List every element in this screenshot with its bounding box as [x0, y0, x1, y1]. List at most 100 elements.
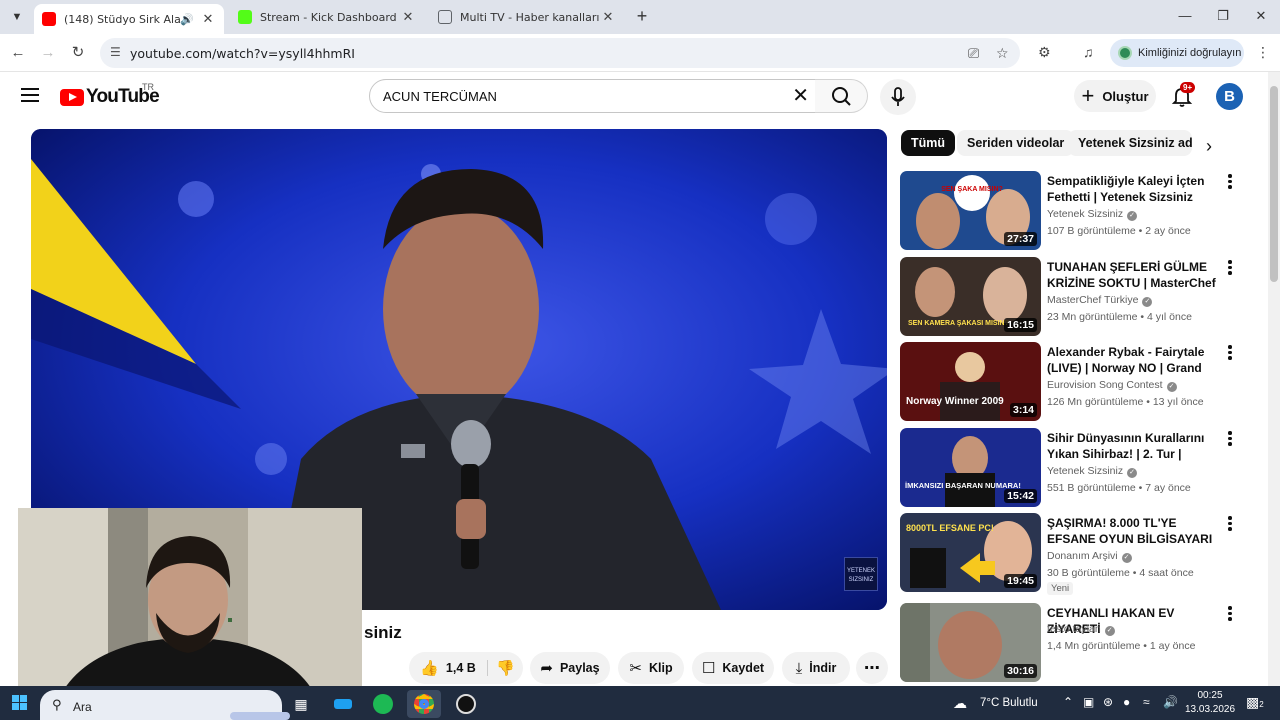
- search-input[interactable]: ACUN TERCÜMAN ✕: [369, 79, 816, 113]
- close-tab-icon[interactable]: ✕: [400, 9, 416, 25]
- tray-overflow-icon[interactable]: ⌃: [1063, 695, 1073, 709]
- chip-channel-videos[interactable]: Yetenek Sizsiniz adlı y: [1068, 130, 1192, 156]
- tray-mic-icon[interactable]: ●: [1123, 695, 1130, 709]
- taskbar-search[interactable]: ⚲ Ara: [40, 690, 290, 720]
- close-tab-icon[interactable]: ✕: [600, 9, 616, 25]
- recommendation-item[interactable]: SEN ŞAKA MISIN? 27:37 Sempatikliğiyle Ka…: [900, 171, 1260, 251]
- url-text[interactable]: youtube.com/watch?v=ysyll4hhmRI: [130, 46, 355, 61]
- page-scrollbar[interactable]: [1268, 72, 1280, 686]
- extensions-icon[interactable]: ⚙: [1038, 44, 1051, 61]
- like-button[interactable]: 👍 1,4 B: [409, 652, 487, 684]
- tray-app-icon[interactable]: ▣: [1083, 695, 1094, 709]
- channel-name[interactable]: MasterChef Türkiye ✓: [1047, 294, 1153, 307]
- forward-button[interactable]: →: [38, 43, 58, 63]
- recommendation-item[interactable]: 30:16 CEYHANLI HAKAN EV ZİYARETİ testo t…: [900, 603, 1260, 683]
- media-control-icon[interactable]: ♫: [1083, 44, 1094, 60]
- channel-name[interactable]: Eurovision Song Contest ✓: [1047, 379, 1177, 392]
- notifications-button[interactable]: 9+: [1170, 82, 1196, 108]
- chrome-icon[interactable]: [407, 690, 441, 718]
- spotify-icon[interactable]: [366, 690, 400, 718]
- video-thumbnail[interactable]: SEN KAMERA ŞAKASI MISIN? 16:15: [900, 257, 1041, 336]
- channel-watermark[interactable]: YETENEK SIZSINIZ: [844, 557, 878, 591]
- channel-name[interactable]: Yetenek Sizsiniz ✓: [1047, 465, 1138, 478]
- video-title[interactable]: ŞAŞIRMA! 8.000 TL'YE EFSANE OYUN BİLGİSA…: [1047, 515, 1219, 548]
- chip-all[interactable]: Tümü: [901, 130, 956, 156]
- video-title[interactable]: Sempatikliğiyle Kaleyi İçten Fethetti | …: [1047, 173, 1219, 205]
- menu-icon[interactable]: [21, 88, 39, 102]
- weather-icon[interactable]: ☁: [953, 695, 967, 712]
- create-button[interactable]: + Oluştur: [1074, 80, 1156, 112]
- video-title[interactable]: Alexander Rybak - Fairytale (LIVE) | Nor…: [1047, 344, 1219, 377]
- video-thumbnail[interactable]: İMKANSIZI BAŞARAN NUMARA! 15:42: [900, 428, 1041, 507]
- task-view-icon[interactable]: ▦: [284, 690, 318, 718]
- clear-search-icon[interactable]: ✕: [792, 85, 809, 107]
- reload-button[interactable]: ↻: [68, 43, 88, 63]
- clip-button[interactable]: ✂ Klip: [618, 652, 684, 684]
- recommendation-item[interactable]: SEN KAMERA ŞAKASI MISIN? 16:15 TUNAHAN Ş…: [900, 257, 1260, 337]
- channel-name[interactable]: testo taylan ✓: [1047, 623, 1115, 636]
- video-thumbnail[interactable]: Norway Winner 2009 3:14: [900, 342, 1041, 421]
- channel-name[interactable]: Yetenek Sizsiniz ✓: [1047, 208, 1138, 221]
- wifi-icon[interactable]: ≈: [1143, 695, 1150, 709]
- bookmark-star-icon[interactable]: ☆: [996, 45, 1009, 62]
- dislike-button[interactable]: 👎: [488, 652, 523, 684]
- more-options-icon[interactable]: [1226, 431, 1234, 447]
- download-button[interactable]: ⤓ İndir: [782, 652, 850, 684]
- obs-icon[interactable]: [449, 690, 483, 718]
- video-thumbnail[interactable]: 8000TL EFSANE PC! 19:45: [900, 513, 1041, 592]
- maximize-button[interactable]: ❐: [1208, 6, 1238, 26]
- save-button[interactable]: ☐ Kaydet: [692, 652, 774, 684]
- recommendation-item[interactable]: Norway Winner 2009 3:14 Alexander Rybak …: [900, 342, 1260, 422]
- search-button[interactable]: [815, 79, 868, 113]
- clip-label: Klip: [648, 661, 673, 675]
- install-app-icon[interactable]: ⎚: [968, 45, 979, 62]
- omnibox[interactable]: ☰ youtube.com/watch?v=ysyll4hhmRI ⎚ ☆: [100, 38, 1020, 68]
- tray-bluetooth-icon[interactable]: ⊛: [1103, 695, 1113, 709]
- speaker-icon[interactable]: 🔊: [180, 13, 194, 26]
- video-thumbnail[interactable]: SEN ŞAKA MISIN? 27:37: [900, 171, 1041, 250]
- verified-icon: ✓: [1166, 382, 1177, 392]
- close-tab-icon[interactable]: ✕: [200, 11, 216, 27]
- tab-kick-dashboard[interactable]: Stream - Kick Dashboard ✕: [230, 4, 424, 30]
- site-info-icon[interactable]: ☰: [110, 45, 121, 59]
- taskbar-clock[interactable]: 00:25 13.03.2026: [1185, 689, 1235, 717]
- taskbar-search-text: Ara: [73, 700, 92, 714]
- more-options-icon[interactable]: [1226, 260, 1234, 276]
- youtube-favicon-icon: [42, 12, 56, 26]
- browser-menu-icon[interactable]: ⋮: [1256, 44, 1270, 61]
- tab-youtube[interactable]: (148) Stüdyo Sirk Alanına D 🔊 ✕: [34, 4, 224, 34]
- more-options-icon[interactable]: [1226, 606, 1234, 622]
- voice-search-button[interactable]: [880, 79, 916, 115]
- youtube-logo[interactable]: YouTube TR: [60, 82, 160, 108]
- video-thumbnail[interactable]: 30:16: [900, 603, 1041, 682]
- more-options-icon[interactable]: [1226, 345, 1234, 361]
- more-options-icon[interactable]: [1226, 174, 1234, 190]
- chip-series-videos[interactable]: Seriden videolar: [957, 130, 1075, 156]
- address-bar-row: ← → ↻ ☰ youtube.com/watch?v=ysyll4hhmRI …: [0, 34, 1280, 72]
- chevron-right-icon[interactable]: ›: [1206, 136, 1212, 157]
- weather-text[interactable]: 7°C Bulutlu: [980, 697, 1038, 709]
- profile-button[interactable]: Kimliğinizi doğrulayın: [1110, 39, 1244, 67]
- back-button[interactable]: ←: [8, 43, 28, 63]
- new-tab-button[interactable]: +: [632, 6, 652, 26]
- thumbnail-text: İMKANSIZI BAŞARAN NUMARA!: [905, 481, 1021, 490]
- tab-multi-tv[interactable]: Multi TV - Haber kanallarını ayn ✕: [430, 4, 624, 30]
- tab-search-button[interactable]: ▼: [6, 6, 28, 28]
- video-title[interactable]: Sihir Dünyasının Kurallarını Yıkan Sihir…: [1047, 430, 1219, 463]
- channel-name[interactable]: Donanım Arşivi ✓: [1047, 550, 1132, 563]
- windows-start-icon[interactable]: [12, 695, 27, 710]
- recommendation-item[interactable]: İMKANSIZI BAŞARAN NUMARA! 15:42 Sihir Dü…: [900, 428, 1260, 508]
- notification-center-icon[interactable]: ▩2: [1246, 694, 1264, 711]
- share-button[interactable]: ➦ Paylaş: [530, 652, 610, 684]
- volume-icon[interactable]: 🔊: [1163, 695, 1178, 709]
- more-options-icon[interactable]: [1226, 516, 1234, 532]
- scrollbar-thumb[interactable]: [1270, 86, 1278, 282]
- more-actions-button[interactable]: ⋯: [856, 652, 888, 684]
- file-explorer-icon[interactable]: [326, 690, 360, 718]
- video-title[interactable]: TUNAHAN ŞEFLERİ GÜLME KRİZİNE SOKTU | Ma…: [1047, 259, 1219, 292]
- search-query[interactable]: ACUN TERCÜMAN: [383, 89, 497, 104]
- account-avatar[interactable]: B: [1216, 83, 1243, 110]
- close-window-button[interactable]: ✕: [1246, 6, 1276, 26]
- minimize-button[interactable]: —: [1170, 6, 1200, 26]
- recommendation-item[interactable]: 8000TL EFSANE PC! 19:45 ŞAŞIRMA! 8.000 T…: [900, 513, 1260, 595]
